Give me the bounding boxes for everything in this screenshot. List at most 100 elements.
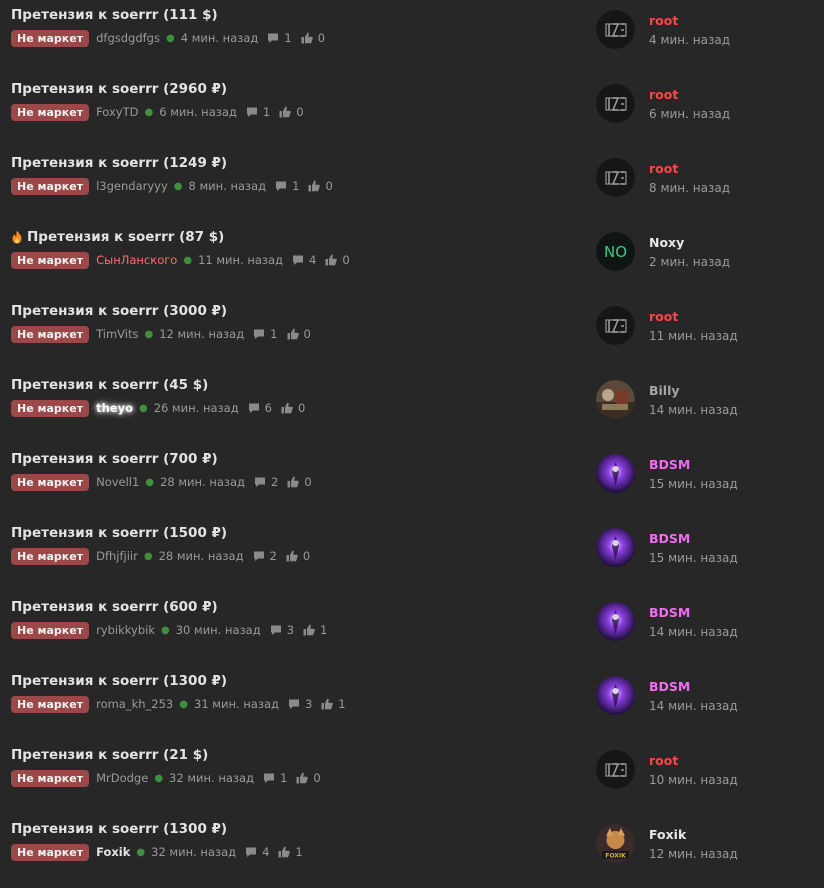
thread-author[interactable]: MrDodge (96, 771, 148, 785)
last-post-time[interactable]: 2 мин. назад (649, 255, 730, 269)
thread-row[interactable]: Претензия к soerrr (3000 ₽) Не маркет Ti… (0, 296, 824, 370)
thread-author[interactable]: roma_kh_253 (96, 697, 173, 711)
prefix-badge[interactable]: Не маркет (11, 547, 90, 565)
last-poster-name[interactable]: BDSM (649, 531, 690, 546)
thread-author[interactable]: FoxyTD (96, 105, 138, 119)
prefix-badge[interactable]: Не маркет (11, 695, 90, 713)
prefix-badge[interactable]: Не маркет (11, 769, 90, 787)
thread-title[interactable]: Претензия к soerrr (1500 ₽) (11, 525, 227, 541)
last-poster-name[interactable]: Noxy (649, 235, 684, 250)
prefix-badge[interactable]: Не маркет (11, 843, 90, 861)
avatar[interactable] (596, 676, 635, 715)
last-post-time[interactable]: 14 мин. назад (649, 403, 738, 417)
thread-title[interactable]: Претензия к soerrr (2960 ₽) (11, 81, 227, 97)
prefix-badge[interactable]: Не маркет (11, 29, 90, 47)
last-poster-name[interactable]: BDSM (649, 679, 690, 694)
last-poster-name[interactable]: Foxik (649, 827, 686, 842)
thread-time[interactable]: 31 мин. назад (194, 697, 279, 711)
thread-title[interactable]: Претензия к soerrr (87 $) (27, 229, 224, 245)
last-post-time[interactable]: 14 мин. назад (649, 625, 738, 639)
thread-time[interactable]: 28 мин. назад (159, 549, 244, 563)
thread-title-link[interactable]: Претензия к soerrr (1300 ₽) (11, 673, 227, 689)
thread-author[interactable]: TimVits (96, 327, 138, 341)
thread-title-link[interactable]: Претензия к soerrr (111 $) (11, 7, 218, 23)
thread-title[interactable]: Претензия к soerrr (700 ₽) (11, 451, 218, 467)
avatar[interactable] (596, 306, 635, 345)
last-post-time[interactable]: 15 мин. назад (649, 551, 738, 565)
thread-author[interactable]: Dfhjfjiir (96, 549, 138, 563)
last-post-time[interactable]: 12 мин. назад (649, 847, 738, 861)
thread-author[interactable]: Foxik (96, 845, 130, 859)
last-poster-name[interactable]: root (649, 753, 678, 768)
thread-time[interactable]: 30 мин. назад (176, 623, 261, 637)
thread-title-link[interactable]: Претензия к soerrr (600 ₽) (11, 599, 218, 615)
thread-row[interactable]: Претензия к soerrr (2960 ₽) Не маркет Fo… (0, 74, 824, 148)
thread-row[interactable]: Претензия к soerrr (1300 ₽) Не маркет Fo… (0, 814, 824, 888)
avatar[interactable] (596, 528, 635, 567)
thread-row[interactable]: Претензия к soerrr (700 ₽) Не маркет Nov… (0, 444, 824, 518)
thread-title[interactable]: Претензия к soerrr (1249 ₽) (11, 155, 227, 171)
last-post-time[interactable]: 14 мин. назад (649, 699, 738, 713)
last-post-time[interactable]: 15 мин. назад (649, 477, 738, 491)
thread-row[interactable]: Претензия к soerrr (1300 ₽) Не маркет ro… (0, 666, 824, 740)
avatar[interactable]: FOXIK (596, 824, 635, 863)
last-post-time[interactable]: 8 мин. назад (649, 181, 730, 195)
thread-title[interactable]: Претензия к soerrr (21 $) (11, 747, 208, 763)
thread-title-link[interactable]: Претензия к soerrr (1300 ₽) (11, 821, 227, 837)
thread-row[interactable]: Претензия к soerrr (600 ₽) Не маркет ryb… (0, 592, 824, 666)
thread-author[interactable]: dfgsdgdfgs (96, 31, 160, 45)
thread-time[interactable]: 26 мин. назад (154, 401, 239, 415)
thread-title-link[interactable]: Претензия к soerrr (700 ₽) (11, 451, 218, 467)
thread-row[interactable]: Претензия к soerrr (111 $) Не маркет dfg… (0, 0, 824, 74)
avatar[interactable] (596, 750, 635, 789)
thread-time[interactable]: 12 мин. назад (159, 327, 244, 341)
thread-row[interactable]: Претензия к soerrr (1500 ₽) Не маркет Df… (0, 518, 824, 592)
thread-row[interactable]: Претензия к soerrr (21 $) Не маркет MrDo… (0, 740, 824, 814)
thread-title[interactable]: Претензия к soerrr (45 $) (11, 377, 208, 393)
thread-title[interactable]: Претензия к soerrr (1300 ₽) (11, 821, 227, 837)
thread-author[interactable]: theyo (96, 401, 133, 415)
last-poster-name[interactable]: root (649, 309, 678, 324)
thread-time[interactable]: 32 мин. назад (169, 771, 254, 785)
last-poster-name[interactable]: root (649, 87, 678, 102)
thread-title-link[interactable]: Претензия к soerrr (87 $) (11, 229, 224, 245)
avatar[interactable] (596, 10, 635, 49)
last-poster-name[interactable]: BDSM (649, 457, 690, 472)
last-post-time[interactable]: 4 мин. назад (649, 33, 730, 47)
thread-author[interactable]: Novell1 (96, 475, 139, 489)
last-post-time[interactable]: 11 мин. назад (649, 329, 738, 343)
last-poster-name[interactable]: Billy (649, 383, 680, 398)
thread-time[interactable]: 4 мин. назад (181, 31, 259, 45)
thread-title-link[interactable]: Претензия к soerrr (21 $) (11, 747, 208, 763)
last-post-time[interactable]: 10 мин. назад (649, 773, 738, 787)
avatar[interactable] (596, 84, 635, 123)
thread-title-link[interactable]: Претензия к soerrr (45 $) (11, 377, 208, 393)
thread-title-link[interactable]: Претензия к soerrr (2960 ₽) (11, 81, 227, 97)
thread-author[interactable]: l3gendaryyy (96, 179, 168, 193)
avatar[interactable] (596, 454, 635, 493)
thread-title[interactable]: Претензия к soerrr (1300 ₽) (11, 673, 227, 689)
thread-title[interactable]: Претензия к soerrr (3000 ₽) (11, 303, 227, 319)
thread-title-link[interactable]: Претензия к soerrr (3000 ₽) (11, 303, 227, 319)
thread-author[interactable]: СынЛанского (96, 253, 177, 267)
prefix-badge[interactable]: Не маркет (11, 399, 90, 417)
prefix-badge[interactable]: Не маркет (11, 177, 90, 195)
thread-author[interactable]: rybikkybik (96, 623, 155, 637)
avatar[interactable]: NO (596, 232, 635, 271)
thread-time[interactable]: 11 мин. назад (198, 253, 283, 267)
prefix-badge[interactable]: Не маркет (11, 325, 90, 343)
prefix-badge[interactable]: Не маркет (11, 473, 90, 491)
avatar[interactable] (596, 380, 635, 419)
last-poster-name[interactable]: root (649, 161, 678, 176)
avatar[interactable] (596, 158, 635, 197)
thread-title[interactable]: Претензия к soerrr (111 $) (11, 7, 218, 23)
prefix-badge[interactable]: Не маркет (11, 251, 90, 269)
thread-time[interactable]: 6 мин. назад (159, 105, 237, 119)
thread-title-link[interactable]: Претензия к soerrr (1500 ₽) (11, 525, 227, 541)
thread-row[interactable]: Претензия к soerrr (1249 ₽) Не маркет l3… (0, 148, 824, 222)
avatar[interactable] (596, 602, 635, 641)
last-post-time[interactable]: 6 мин. назад (649, 107, 730, 121)
thread-time[interactable]: 32 мин. назад (151, 845, 236, 859)
thread-row[interactable]: Претензия к soerrr (45 $) Не маркет they… (0, 370, 824, 444)
last-poster-name[interactable]: root (649, 13, 678, 28)
